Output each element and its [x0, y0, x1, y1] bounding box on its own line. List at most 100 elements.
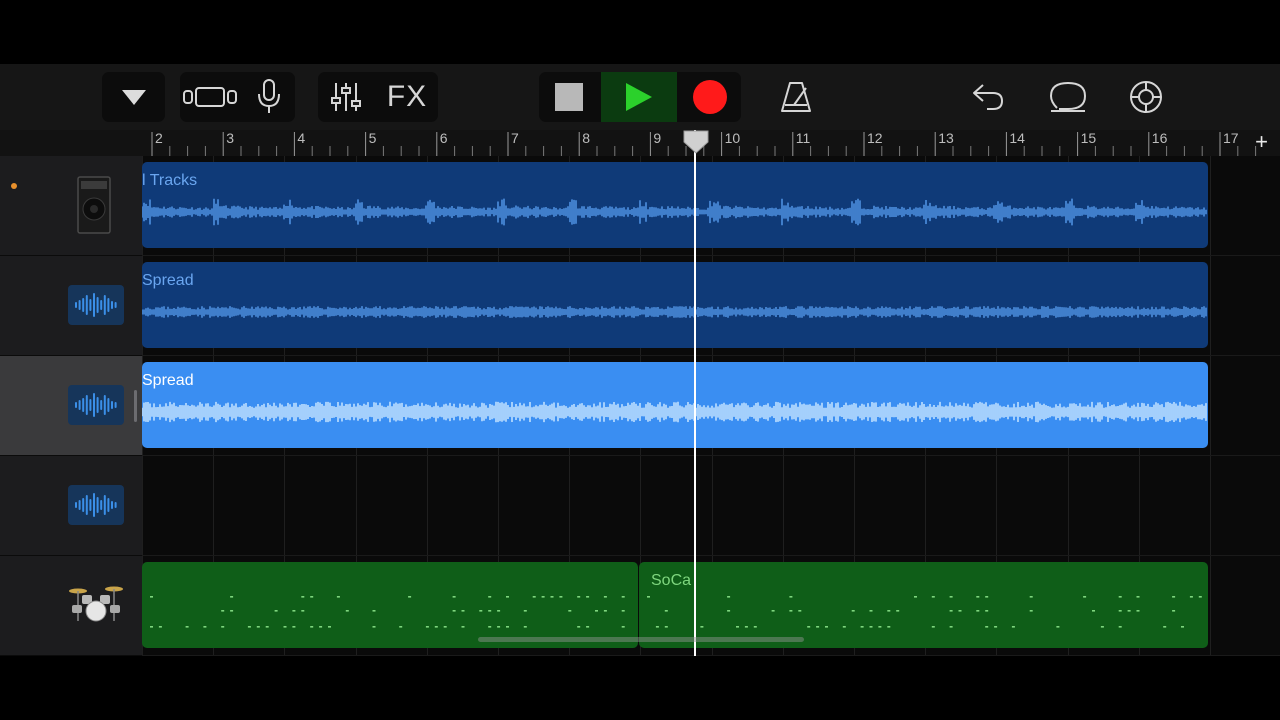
play-button[interactable] — [601, 72, 677, 122]
region-waveform — [142, 306, 1207, 318]
drum-note — [807, 626, 811, 628]
record-icon — [693, 80, 727, 114]
metronome-button[interactable] — [770, 72, 822, 122]
horizontal-scrollbar[interactable] — [478, 637, 804, 642]
drum-kit-icon — [68, 581, 124, 622]
drum-note — [664, 610, 668, 612]
drum-note — [488, 626, 492, 628]
stop-button[interactable] — [539, 72, 599, 122]
drum-note — [1011, 626, 1015, 628]
drum-note — [372, 626, 376, 628]
microphone-button[interactable] — [242, 72, 295, 122]
drum-note — [896, 610, 900, 612]
fx-button[interactable]: FX — [376, 72, 438, 122]
browser-group — [102, 72, 165, 122]
drum-note — [541, 596, 545, 598]
mixer-sliders-icon — [331, 83, 361, 111]
track-header-1[interactable] — [0, 156, 142, 256]
bar-number: 14 — [1009, 130, 1025, 146]
drum-note — [1118, 596, 1122, 598]
drum-note — [700, 626, 704, 628]
drum-note — [789, 596, 793, 598]
letterbox-top — [0, 0, 1280, 64]
waveform-icon — [68, 485, 124, 525]
drum-note — [301, 596, 305, 598]
view-group — [180, 72, 295, 122]
drum-note — [532, 596, 536, 598]
control-bar: FX — [0, 64, 1280, 130]
bar-number: 12 — [867, 130, 883, 146]
browser-button[interactable] — [102, 72, 165, 122]
drum-note — [336, 596, 340, 598]
drum-note — [568, 610, 572, 612]
waveform-path — [142, 401, 1207, 423]
drum-note — [727, 610, 731, 612]
drum-note — [985, 610, 989, 612]
drum-note — [621, 596, 625, 598]
drum-note — [1136, 610, 1140, 612]
drum-note — [985, 596, 989, 598]
drum-note — [887, 610, 891, 612]
audio-region-1[interactable]: l Tracks — [142, 162, 1208, 248]
drum-note — [301, 610, 305, 612]
drum-note — [753, 626, 757, 628]
drum-note — [1172, 596, 1176, 598]
drummer-region-2[interactable]: SoCa — [639, 562, 1208, 648]
drum-note — [399, 626, 403, 628]
drum-note — [425, 626, 429, 628]
drum-note — [1092, 610, 1095, 612]
metronome-icon — [781, 82, 811, 112]
playhead[interactable] — [694, 130, 696, 656]
timeline-ruler[interactable]: 2 3 4 5 6 7 8 9 10 11 12 13 14 15 16 17 + — [142, 130, 1280, 156]
drum-note — [150, 626, 153, 628]
bar-number: 6 — [439, 130, 448, 146]
mixer-button[interactable] — [318, 72, 374, 122]
drum-note — [506, 596, 509, 598]
waveform-icon — [68, 385, 124, 425]
track-header-4[interactable] — [0, 456, 142, 556]
waveform-icon — [68, 285, 124, 325]
drum-note — [1029, 596, 1033, 598]
drummer-region-1[interactable] — [142, 562, 638, 648]
drum-note — [1029, 610, 1033, 612]
bar-number: 10 — [724, 130, 741, 146]
drum-note — [283, 626, 287, 628]
track-resize-handle[interactable] — [134, 390, 137, 422]
drum-note — [655, 626, 659, 628]
drum-note — [292, 626, 296, 628]
drum-note — [559, 596, 563, 598]
track-header-5[interactable] — [0, 556, 142, 656]
drum-note — [1100, 626, 1104, 628]
tracks-view-button[interactable] — [180, 72, 240, 122]
letterbox-bottom — [0, 656, 1280, 720]
add-section-button[interactable]: + — [1255, 131, 1268, 153]
drum-note — [310, 626, 314, 628]
drum-note — [523, 610, 527, 612]
loop-button[interactable] — [1042, 72, 1094, 122]
track-header-3[interactable] — [0, 356, 142, 456]
audio-region-3[interactable]: Spread — [142, 362, 1208, 448]
bar-number: 9 — [653, 130, 662, 146]
region-waveform — [142, 198, 1207, 226]
drum-note — [310, 596, 314, 598]
drum-note — [647, 596, 650, 598]
bar-number: 11 — [795, 130, 811, 146]
track-header-2[interactable] — [0, 256, 142, 356]
drum-note — [1056, 626, 1060, 628]
drum-note — [621, 610, 625, 612]
drum-note — [221, 610, 225, 612]
record-button[interactable] — [679, 72, 741, 122]
settings-button[interactable] — [1120, 72, 1172, 122]
undo-button[interactable] — [962, 72, 1014, 122]
drum-note — [452, 596, 456, 598]
drum-note — [372, 610, 376, 612]
drum-note — [319, 626, 323, 628]
drum-note — [931, 626, 935, 628]
tracks-area[interactable]: l Tracks Spread Spread SoCa — [142, 156, 1280, 656]
playhead-handle[interactable] — [683, 130, 709, 154]
drum-note — [1163, 626, 1167, 628]
drum-note — [1172, 610, 1176, 612]
audio-region-2[interactable]: Spread — [142, 262, 1208, 348]
drum-note — [851, 610, 855, 612]
bar-number: 17 — [1223, 130, 1239, 146]
